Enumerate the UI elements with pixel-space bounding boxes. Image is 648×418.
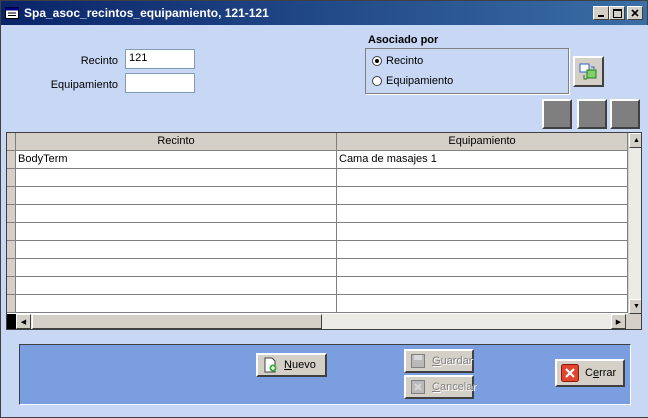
- close-button[interactable]: [627, 6, 643, 20]
- guardar-button[interactable]: Guardar: [404, 349, 474, 373]
- radio-selected-icon: [372, 56, 382, 66]
- cell-recinto[interactable]: [16, 295, 337, 313]
- grid-corner: [7, 133, 16, 151]
- cell-equipamiento[interactable]: Cama de masajes 1: [337, 151, 628, 169]
- action-button-3[interactable]: [610, 99, 640, 129]
- cancelar-mnemonic: C: [432, 381, 440, 393]
- title-bar[interactable]: Spa_asoc_recintos_equipamiento, 121-121: [1, 1, 647, 25]
- scroll-corner: [626, 314, 641, 329]
- swap-association-button[interactable]: [573, 56, 604, 87]
- cancelar-label: ancelar: [439, 381, 477, 393]
- scroll-down-icon[interactable]: ▼: [629, 299, 641, 314]
- cell-equipamiento[interactable]: [337, 169, 628, 187]
- asociado-por-title: Asociado por: [368, 34, 439, 46]
- radio-recinto-label: Recinto: [386, 55, 424, 67]
- cell-equipamiento[interactable]: [337, 295, 628, 313]
- nuevo-mnemonic: N: [284, 359, 292, 371]
- vertical-scrollbar[interactable]: ▲ ▼: [628, 133, 641, 314]
- radio-equipamiento-label: Equipamiento: [386, 75, 454, 87]
- horizontal-scroll-thumb[interactable]: [32, 314, 322, 329]
- scroll-up-icon[interactable]: ▲: [629, 133, 641, 148]
- cell-equipamiento[interactable]: [337, 205, 628, 223]
- horizontal-scrollbar[interactable]: ◀ ▶: [7, 314, 641, 329]
- record-indicator: [7, 314, 16, 329]
- window-title: Spa_asoc_recintos_equipamiento, 121-121: [24, 6, 269, 20]
- nuevo-label: uevo: [291, 359, 316, 371]
- row-selector[interactable]: [7, 187, 16, 205]
- row-selector[interactable]: [7, 151, 16, 169]
- row-selector[interactable]: [7, 277, 16, 295]
- row-selector[interactable]: [7, 241, 16, 259]
- action-button-1[interactable]: [542, 99, 572, 129]
- data-grid: Recinto Equipamiento BodyTerm Cama de mas…: [6, 132, 642, 330]
- action-button-2[interactable]: [577, 99, 607, 129]
- guardar-mnemonic: G: [432, 355, 441, 367]
- cell-recinto[interactable]: [16, 169, 337, 187]
- save-icon: [410, 353, 426, 369]
- recinto-input[interactable]: 121: [125, 49, 195, 69]
- cell-recinto[interactable]: [16, 277, 337, 295]
- radio-recinto[interactable]: Recinto: [372, 55, 423, 67]
- swap-icon: [579, 63, 597, 80]
- asociado-por-group: Recinto Equipamiento: [365, 48, 569, 94]
- cell-equipamiento[interactable]: [337, 277, 628, 295]
- cell-recinto[interactable]: BodyTerm: [16, 151, 337, 169]
- cell-recinto[interactable]: [16, 223, 337, 241]
- close-red-icon: [561, 364, 579, 382]
- equipamiento-label: Equipamiento: [50, 79, 118, 91]
- cerrar-label: rrar: [599, 367, 617, 379]
- guardar-label: uardar: [440, 355, 473, 367]
- cell-recinto[interactable]: [16, 241, 337, 259]
- cell-equipamiento[interactable]: [337, 223, 628, 241]
- recinto-label: Recinto: [80, 55, 118, 67]
- radio-equipamiento[interactable]: Equipamiento: [372, 75, 453, 87]
- row-selector[interactable]: [7, 169, 16, 187]
- cell-recinto[interactable]: [16, 205, 337, 223]
- cell-recinto[interactable]: [16, 259, 337, 277]
- row-selector[interactable]: [7, 205, 16, 223]
- row-selector[interactable]: [7, 295, 16, 313]
- scroll-right-icon[interactable]: ▶: [611, 314, 626, 329]
- radio-unselected-icon: [372, 76, 382, 86]
- equipamiento-input[interactable]: [125, 73, 195, 93]
- new-document-icon: [262, 357, 278, 373]
- maximize-button[interactable]: [609, 6, 625, 20]
- minimize-button[interactable]: [593, 6, 609, 20]
- form-body: Recinto 121 Equipamiento Asociado por Re…: [2, 25, 648, 417]
- cell-equipamiento[interactable]: [337, 241, 628, 259]
- cell-recinto[interactable]: [16, 187, 337, 205]
- nuevo-button[interactable]: Nuevo: [256, 353, 327, 377]
- row-selector[interactable]: [7, 223, 16, 241]
- column-header-recinto[interactable]: Recinto: [16, 133, 337, 151]
- cancel-icon: [410, 379, 426, 395]
- action-panel: Nuevo Guardar Cancelar Cerrar: [19, 344, 631, 405]
- app-window: Spa_asoc_recintos_equipamiento, 121-121 …: [0, 0, 648, 418]
- scroll-left-icon[interactable]: ◀: [16, 314, 31, 329]
- row-selector[interactable]: [7, 259, 16, 277]
- cancelar-button[interactable]: Cancelar: [404, 375, 477, 399]
- cell-equipamiento[interactable]: [337, 187, 628, 205]
- cerrar-button[interactable]: Cerrar: [555, 359, 625, 387]
- cerrar-prefix: C: [585, 367, 593, 379]
- form-icon: [5, 7, 19, 19]
- column-header-equipamiento[interactable]: Equipamiento: [337, 133, 628, 151]
- cell-equipamiento[interactable]: [337, 259, 628, 277]
